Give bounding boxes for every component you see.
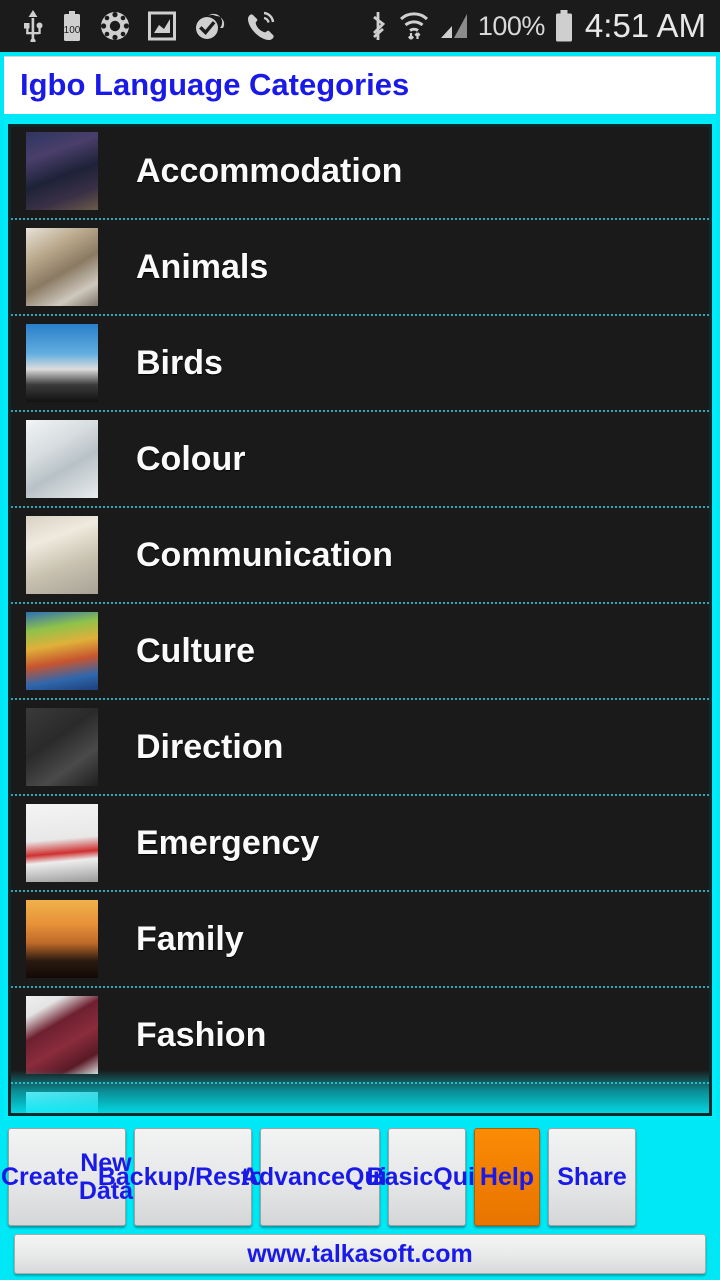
list-item-label: Communication: [136, 535, 393, 574]
call-ringing-icon: [244, 10, 276, 42]
website-link-button[interactable]: www.talkasoft.com: [14, 1234, 706, 1274]
list-item[interactable]: [8, 1084, 712, 1116]
list-item-label: Emergency: [136, 823, 320, 862]
app-screen: 100 100% 4:51 AM Igbo Language Categorie…: [0, 0, 720, 1280]
list-item[interactable]: Communication: [8, 508, 712, 604]
list-item-label: Direction: [136, 727, 284, 766]
usb-icon: [22, 10, 44, 42]
svg-text:100: 100: [64, 25, 81, 36]
list-item[interactable]: Culture: [8, 604, 712, 700]
status-bar-right-icons: 100% 4:51 AM: [367, 7, 710, 45]
page-title: Igbo Language Categories: [20, 67, 410, 102]
advance-quiz-button[interactable]: Advance Quiz: [241, 1128, 399, 1226]
partially-visible-photo: [26, 1092, 98, 1116]
category-list-frame[interactable]: Accommodation Animals Birds Colour Communica…: [4, 120, 716, 1120]
leather-jacket-photo: [26, 996, 98, 1074]
backup-restore-button[interactable]: Backup/Restore: [98, 1128, 288, 1226]
status-bar-clock: 4:51 AM: [584, 7, 706, 44]
wifi-transfer-icon: [398, 11, 430, 41]
share-button[interactable]: Share: [548, 1128, 636, 1226]
list-item-label: Animals: [136, 247, 269, 286]
list-item-label: Fashion: [136, 1015, 267, 1054]
list-item[interactable]: Accommodation: [8, 124, 712, 220]
list-item[interactable]: Birds: [8, 316, 712, 412]
battery-percent-label: 100%: [477, 10, 546, 41]
footer-container: www.talkasoft.com: [0, 1234, 720, 1280]
help-button[interactable]: Help: [474, 1128, 540, 1226]
list-item[interactable]: Emergency: [8, 796, 712, 892]
title-bar: Igbo Language Categories: [4, 56, 716, 114]
settings-gear-icon: [100, 11, 130, 41]
checkmark-cloud-icon: [194, 12, 226, 40]
clouds-photo: [26, 420, 98, 498]
cellular-signal-icon: [439, 12, 469, 40]
list-item[interactable]: Animals: [8, 220, 712, 316]
title-bar-container: Igbo Language Categories: [0, 52, 720, 118]
list-item-label: Accommodation: [136, 151, 403, 190]
list-item[interactable]: Direction: [8, 700, 712, 796]
family-silhouette-sunset-photo: [26, 900, 98, 978]
list-item-label: Family: [136, 919, 244, 958]
basic-quiz-button[interactable]: Basic Quiz: [367, 1128, 487, 1226]
telephone-photo: [26, 516, 98, 594]
bluetooth-icon: [367, 10, 389, 42]
list-item[interactable]: Family: [8, 892, 712, 988]
battery-full-icon: [554, 10, 574, 42]
road-arrow-photo: [26, 708, 98, 786]
hotel-building-photo: [26, 132, 98, 210]
status-bar-left-icons: 100: [22, 10, 276, 42]
list-item-label: Colour: [136, 439, 246, 478]
bottom-button-bar: Create New Data Backup/Restore Advance Quiz B…: [0, 1128, 720, 1228]
category-list[interactable]: Accommodation Animals Birds Colour Communica…: [8, 124, 712, 1116]
cat-photo: [26, 228, 98, 306]
bald-eagle-photo: [26, 324, 98, 402]
status-bar: 100 100% 4:51 AM: [0, 0, 720, 52]
list-item[interactable]: Fashion: [8, 988, 712, 1084]
list-item[interactable]: Colour: [8, 412, 712, 508]
list-item-label: Culture: [136, 631, 255, 670]
list-item-label: Birds: [136, 343, 223, 382]
cultural-poster-photo: [26, 612, 98, 690]
screenshot-image-icon: [148, 11, 176, 41]
ambulance-photo: [26, 804, 98, 882]
battery-saver-100-icon: 100: [62, 11, 82, 41]
